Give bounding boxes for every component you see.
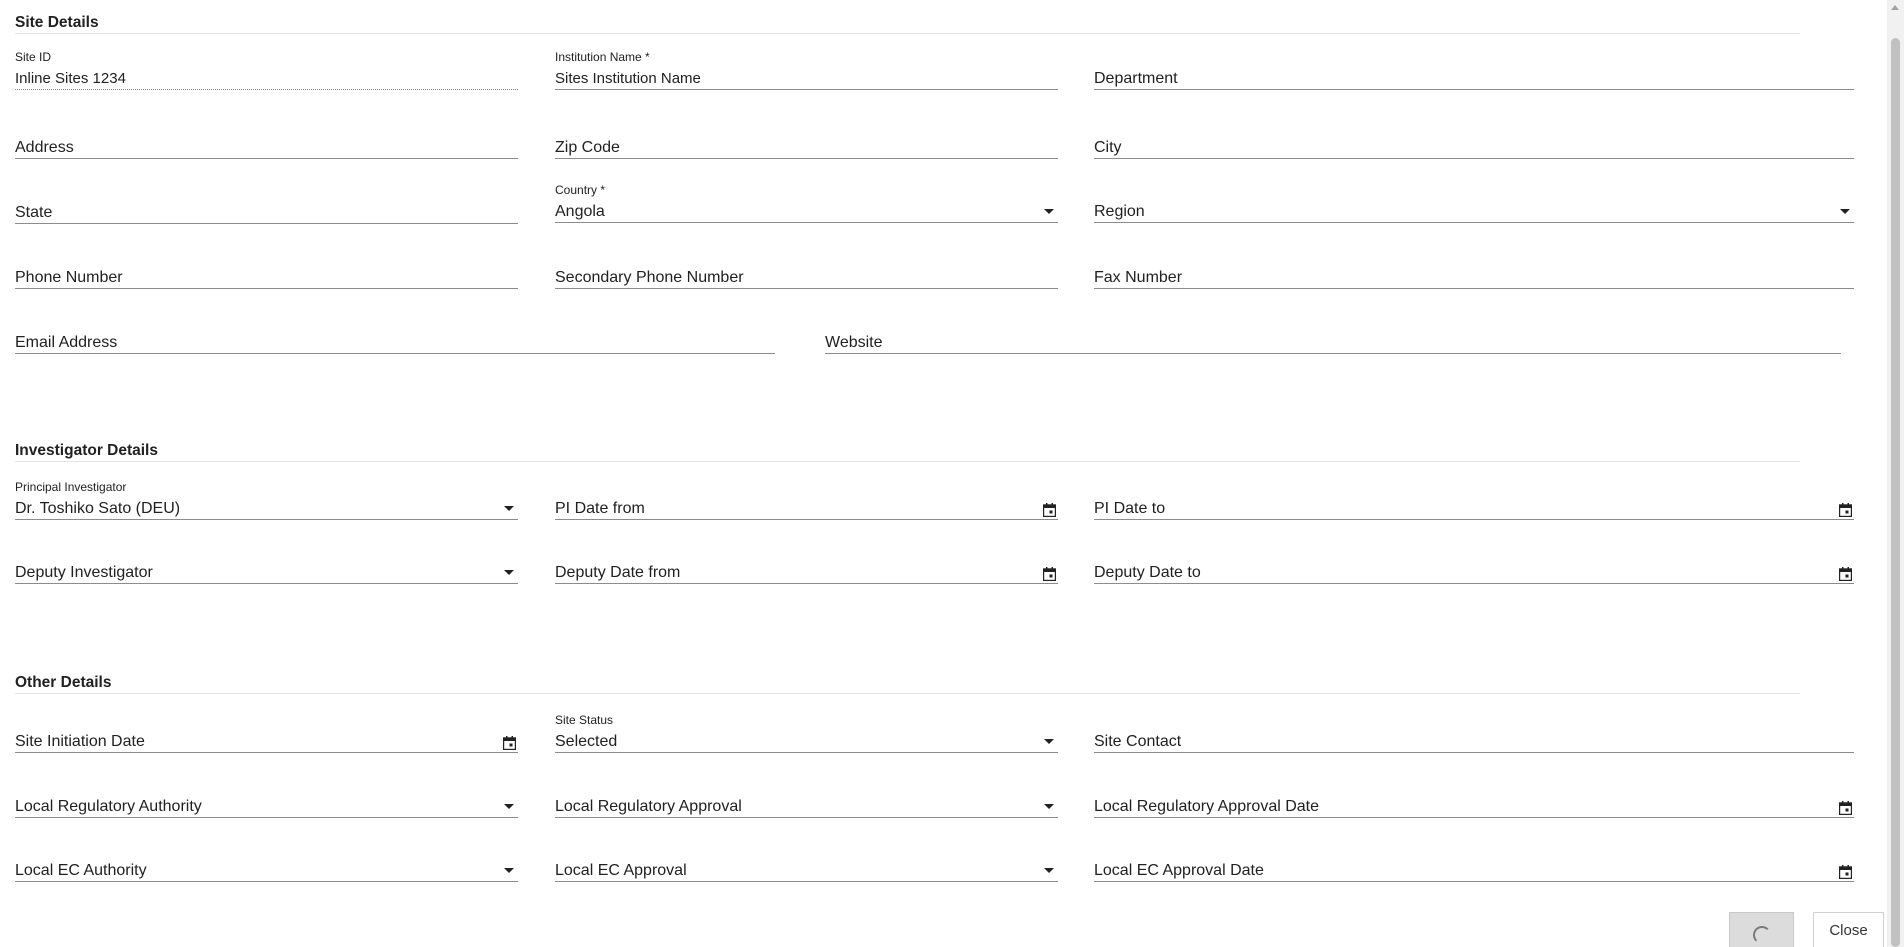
chevron-down-icon — [504, 868, 514, 873]
calendar-icon[interactable] — [1839, 865, 1852, 879]
principal-investigator-value: Dr. Toshiko Sato (DEU) — [15, 500, 181, 517]
region-placeholder: Region — [1094, 203, 1145, 220]
local-ec-authority-placeholder: Local EC Authority — [15, 862, 147, 879]
deputy-date-to-placeholder: Deputy Date to — [1094, 564, 1201, 581]
calendar-icon[interactable] — [503, 736, 516, 750]
fax-number-field[interactable]: Fax Number — [1094, 249, 1854, 289]
email-address-field[interactable]: Email Address — [15, 314, 775, 354]
site-initiation-date-field[interactable]: Site Initiation Date — [15, 713, 518, 753]
local-regulatory-approval-select[interactable]: Local Regulatory Approval — [555, 778, 1058, 818]
secondary-phone-field[interactable]: Secondary Phone Number — [555, 249, 1058, 289]
email-address-placeholder: Email Address — [15, 334, 118, 351]
local-regulatory-approval-date-placeholder: Local Regulatory Approval Date — [1094, 798, 1320, 815]
region-select[interactable]: Region — [1094, 183, 1854, 223]
local-ec-approval-date-field[interactable]: Local EC Approval Date — [1094, 842, 1854, 882]
local-regulatory-authority-placeholder: Local Regulatory Authority — [15, 798, 202, 815]
pi-date-to-field[interactable]: PI Date to — [1094, 480, 1854, 520]
site-id-field[interactable]: Site ID Inline Sites 1234 — [15, 50, 518, 90]
section-title-other-details: Other Details — [15, 674, 112, 691]
chevron-down-icon — [504, 506, 514, 511]
local-ec-approval-date-placeholder: Local EC Approval Date — [1094, 862, 1264, 879]
calendar-icon[interactable] — [1839, 503, 1852, 517]
phone-number-field[interactable]: Phone Number — [15, 249, 518, 289]
local-regulatory-authority-select[interactable]: Local Regulatory Authority — [15, 778, 518, 818]
deputy-date-from-placeholder: Deputy Date from — [555, 564, 681, 581]
section-divider — [15, 33, 1800, 34]
city-placeholder: City — [1094, 139, 1122, 156]
country-select[interactable]: Country * Angola — [555, 183, 1058, 223]
country-label: Country * — [555, 183, 606, 197]
department-field[interactable]: Department — [1094, 50, 1854, 90]
chevron-down-icon — [1044, 868, 1054, 873]
pi-date-from-placeholder: PI Date from — [555, 500, 645, 517]
deputy-date-from-field[interactable]: Deputy Date from — [555, 544, 1058, 584]
chevron-down-icon — [1044, 209, 1054, 214]
pi-date-to-placeholder: PI Date to — [1094, 500, 1166, 517]
loading-spinner-icon — [1752, 926, 1771, 944]
section-divider — [15, 693, 1800, 694]
chevron-down-icon — [1840, 209, 1850, 214]
institution-name-label: Institution Name * — [555, 50, 650, 64]
fax-number-placeholder: Fax Number — [1094, 269, 1183, 286]
section-title-investigator-details: Investigator Details — [15, 442, 158, 459]
local-regulatory-approval-placeholder: Local Regulatory Approval — [555, 798, 742, 815]
calendar-icon[interactable] — [1043, 503, 1056, 517]
state-field[interactable]: State — [15, 184, 518, 224]
site-id-label: Site ID — [15, 50, 52, 64]
website-placeholder: Website — [825, 334, 883, 351]
department-placeholder: Department — [1094, 70, 1178, 87]
secondary-phone-placeholder: Secondary Phone Number — [555, 269, 744, 286]
scrollbar-thumb[interactable] — [1891, 38, 1900, 947]
local-ec-authority-select[interactable]: Local EC Authority — [15, 842, 518, 882]
address-field[interactable]: Address — [15, 119, 518, 159]
deputy-investigator-select[interactable]: Deputy Investigator — [15, 544, 518, 584]
section-title-site-details: Site Details — [15, 14, 99, 31]
zip-code-field[interactable]: Zip Code — [555, 119, 1058, 159]
deputy-date-to-field[interactable]: Deputy Date to — [1094, 544, 1854, 584]
close-button[interactable]: Close — [1813, 912, 1884, 947]
site-initiation-date-placeholder: Site Initiation Date — [15, 733, 145, 750]
city-field[interactable]: City — [1094, 119, 1854, 159]
pi-date-from-field[interactable]: PI Date from — [555, 480, 1058, 520]
calendar-icon[interactable] — [1043, 567, 1056, 581]
local-regulatory-approval-date-field[interactable]: Local Regulatory Approval Date — [1094, 778, 1854, 818]
deputy-investigator-placeholder: Deputy Investigator — [15, 564, 153, 581]
chevron-down-icon — [1044, 804, 1054, 809]
local-ec-approval-select[interactable]: Local EC Approval — [555, 842, 1058, 882]
site-status-value: Selected — [555, 733, 618, 750]
principal-investigator-label: Principal Investigator — [15, 480, 127, 494]
principal-investigator-select[interactable]: Principal Investigator Dr. Toshiko Sato … — [15, 480, 518, 520]
site-status-select[interactable]: Site Status Selected — [555, 713, 1058, 753]
site-contact-field[interactable]: Site Contact — [1094, 713, 1854, 753]
calendar-icon[interactable] — [1839, 801, 1852, 815]
state-placeholder: State — [15, 204, 53, 221]
site-contact-placeholder: Site Contact — [1094, 733, 1182, 750]
site-id-value: Inline Sites 1234 — [15, 70, 126, 87]
phone-number-placeholder: Phone Number — [15, 269, 123, 286]
vertical-scrollbar[interactable] — [1887, 0, 1904, 947]
institution-name-value: Sites Institution Name — [555, 70, 701, 87]
chevron-down-icon — [504, 570, 514, 575]
address-placeholder: Address — [15, 139, 74, 156]
zip-code-placeholder: Zip Code — [555, 139, 620, 156]
calendar-icon[interactable] — [1839, 567, 1852, 581]
local-ec-approval-placeholder: Local EC Approval — [555, 862, 687, 879]
save-button-loading[interactable] — [1729, 912, 1794, 947]
chevron-down-icon — [1044, 739, 1054, 744]
chevron-down-icon — [504, 804, 514, 809]
institution-name-field[interactable]: Institution Name * Sites Institution Nam… — [555, 50, 1058, 90]
website-field[interactable]: Website — [825, 314, 1841, 354]
site-status-label: Site Status — [555, 713, 614, 727]
country-value: Angola — [555, 203, 605, 220]
section-divider — [15, 461, 1800, 462]
scroll-up-arrow-icon[interactable] — [1891, 5, 1899, 10]
